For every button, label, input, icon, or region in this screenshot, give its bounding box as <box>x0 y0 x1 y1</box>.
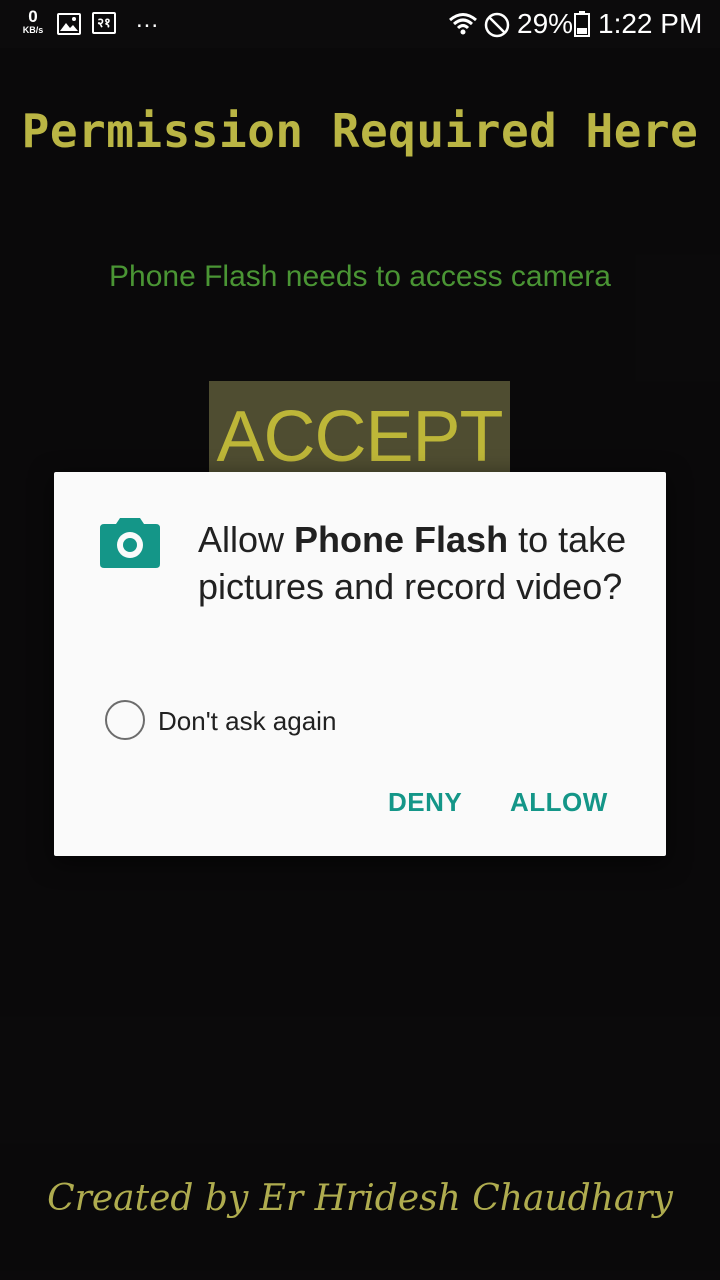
network-speed-unit: KB/s <box>22 25 44 35</box>
wifi-icon <box>448 12 478 41</box>
more-notifications-icon: ... <box>136 6 160 33</box>
dialog-message: Allow Phone Flash to take pictures and r… <box>198 516 648 610</box>
network-speed-value: 0 <box>28 7 38 26</box>
deny-button[interactable]: DENY <box>388 782 462 822</box>
permission-dialog: Allow Phone Flash to take pictures and r… <box>54 472 666 856</box>
allow-button[interactable]: ALLOW <box>510 782 608 822</box>
rupee-notification-icon: २१ <box>92 12 116 34</box>
battery-percent: 29% <box>517 8 574 39</box>
dont-ask-again-label[interactable]: Don't ask again <box>158 705 336 737</box>
network-speed: 0 KB/s <box>18 8 48 35</box>
battery-icon <box>574 11 590 42</box>
camera-icon <box>100 514 160 573</box>
status-bar: 0 KB/s २१ ... 29% 1:22 PM <box>0 0 720 48</box>
do-not-disturb-icon <box>484 12 510 43</box>
image-icon <box>57 13 81 40</box>
clock: 1:22 PM <box>598 8 703 39</box>
dialog-app-name: Phone Flash <box>294 519 509 560</box>
dont-ask-again-checkbox[interactable] <box>105 700 145 740</box>
dialog-message-prefix: Allow <box>198 519 295 560</box>
